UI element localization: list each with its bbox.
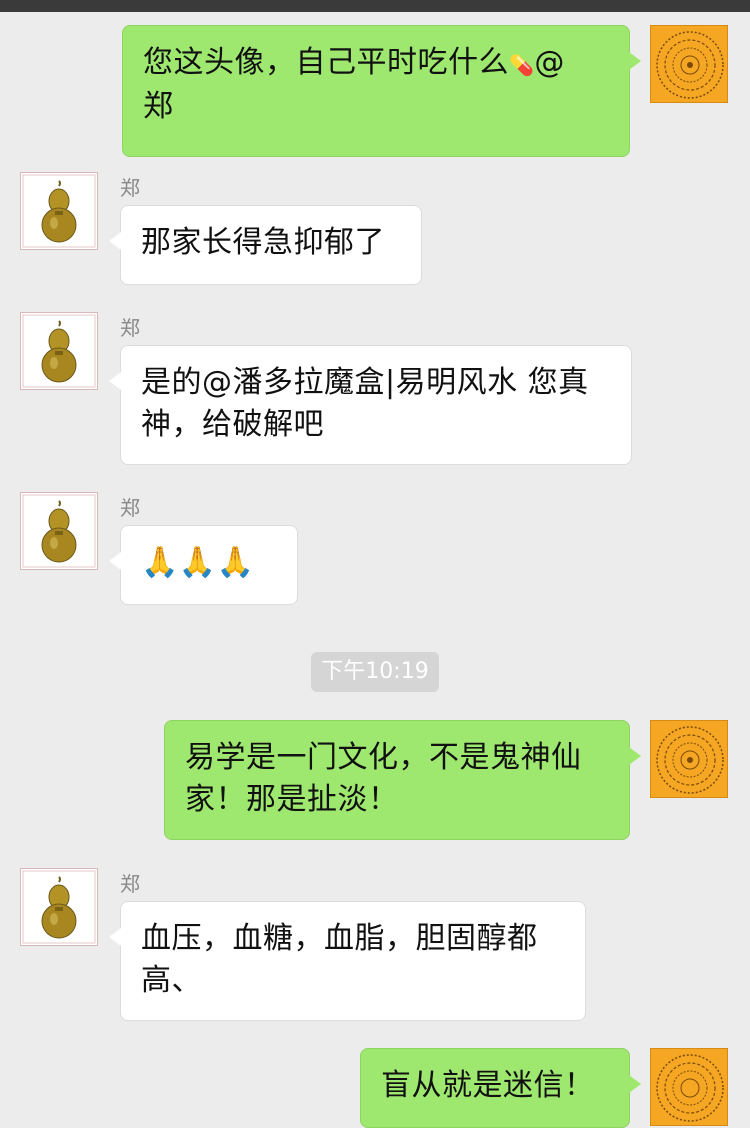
message-text-line: 易学是一门文化，不是鬼神仙	[185, 740, 582, 775]
my-avatar[interactable]	[650, 720, 728, 798]
message-text-line: 高、	[141, 963, 202, 998]
mention-at: @	[534, 45, 565, 80]
sender-name: 郑	[120, 316, 140, 340]
message-bubble[interactable]: 血压，血糖，血脂，胆固醇都 高、	[109, 901, 586, 1021]
message-text-line: 是的@潘多拉魔盒|易明风水 您真	[141, 365, 589, 400]
gourd-avatar-icon	[22, 174, 96, 248]
my-avatar[interactable]	[650, 25, 728, 103]
contact-avatar[interactable]	[20, 492, 98, 570]
timestamp-badge: 下午10:19	[311, 652, 439, 692]
message-bubble[interactable]: 易学是一门文化，不是鬼神仙 家！那是扯淡！	[164, 720, 641, 840]
message-bubble[interactable]: 是的@潘多拉魔盒|易明风水 您真 神，给破解吧	[109, 345, 632, 465]
contact-avatar[interactable]	[20, 312, 98, 390]
pill-icon: 💊	[509, 53, 535, 77]
bagua-compass-avatar-icon	[651, 721, 727, 797]
message-bubble[interactable]: 那家长得急抑郁了	[109, 205, 422, 285]
praying-hands-icon: 🙏🙏🙏	[141, 545, 255, 580]
gourd-avatar-icon	[22, 314, 96, 388]
message-text-line: 神，给破解吧	[141, 407, 324, 442]
sender-name: 郑	[120, 496, 140, 520]
contact-avatar[interactable]	[20, 868, 98, 946]
gourd-avatar-icon	[22, 870, 96, 944]
message-text-line: 家！那是扯淡！	[185, 782, 399, 817]
sender-name: 郑	[120, 872, 140, 896]
my-avatar[interactable]	[650, 1048, 728, 1126]
message-text: 那家长得急抑郁了	[141, 225, 385, 260]
bagua-compass-avatar-icon	[651, 1049, 727, 1125]
message-text: 您这头像，自己平时吃什么	[143, 45, 509, 80]
gourd-avatar-icon	[22, 494, 96, 568]
chat-message-list[interactable]: 您这头像，自己平时吃什么💊@ 郑 郑 那家长得急抑郁了 郑 是的@潘多拉魔盒|易…	[0, 12, 750, 1128]
message-bubble[interactable]: 您这头像，自己平时吃什么💊@ 郑	[122, 25, 641, 157]
message-bubble[interactable]: 盲从就是迷信！	[360, 1048, 641, 1128]
contact-avatar[interactable]	[20, 172, 98, 250]
message-text-line: 血压，血糖，血脂，胆固醇都	[141, 921, 538, 956]
bagua-compass-avatar-icon	[651, 26, 727, 102]
mention-name: 郑	[143, 89, 174, 124]
status-bar-strip	[0, 0, 750, 12]
message-bubble[interactable]: 🙏🙏🙏	[109, 525, 298, 605]
message-text: 盲从就是迷信！	[381, 1068, 595, 1103]
sender-name: 郑	[120, 176, 140, 200]
